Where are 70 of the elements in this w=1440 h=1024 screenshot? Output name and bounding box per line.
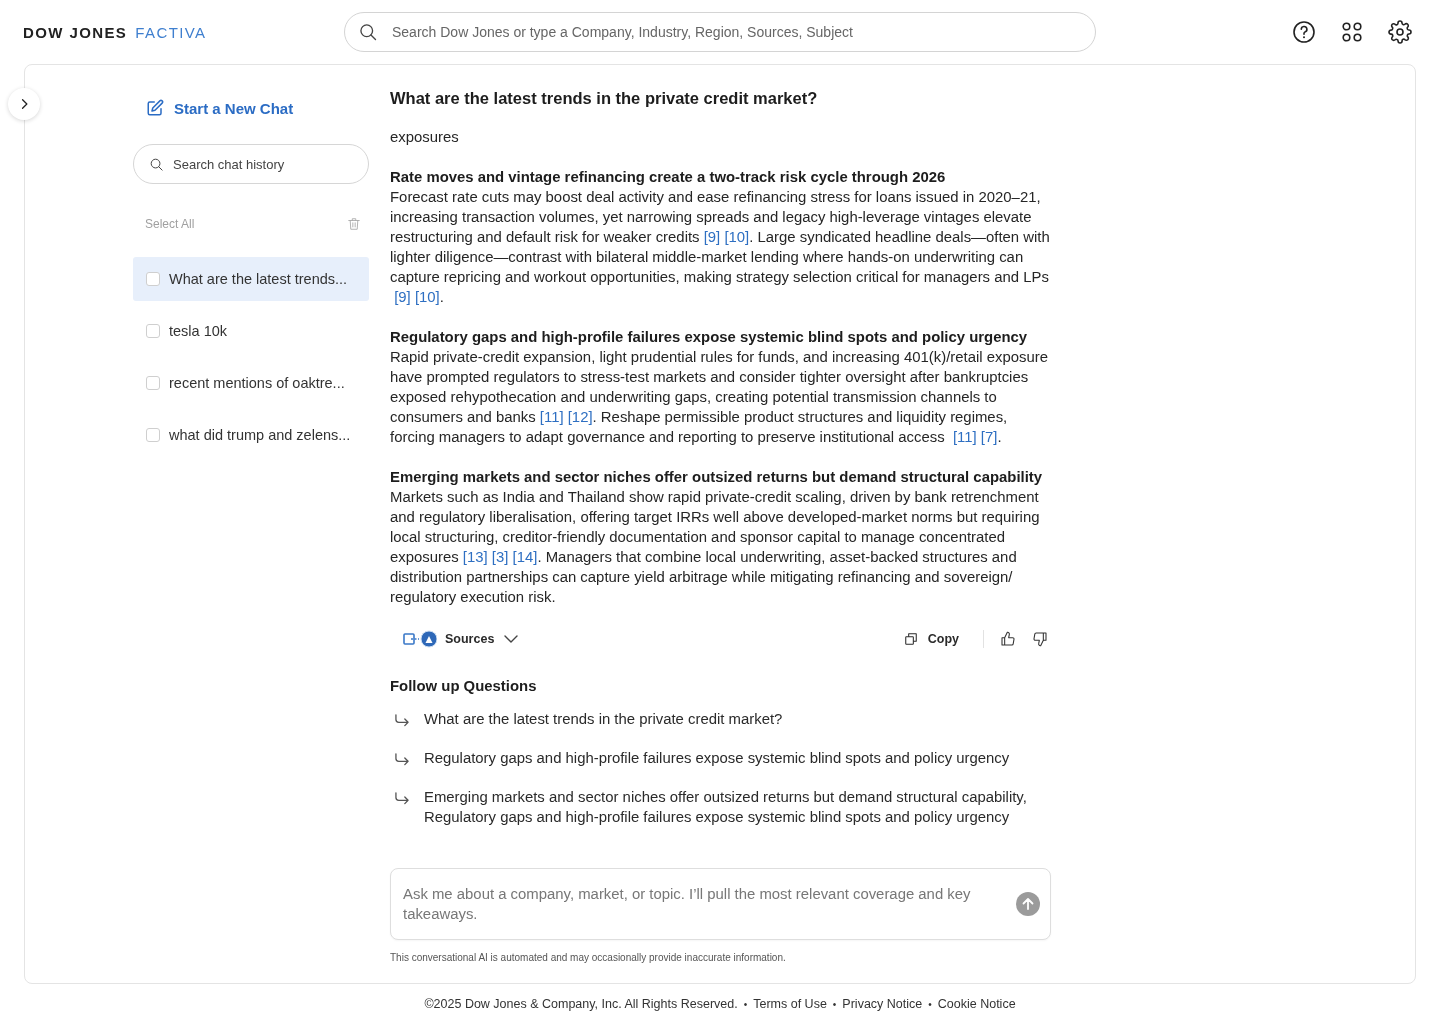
section-heading: Emerging markets and sector niches offer outsized returns but demand structural capability — [390, 468, 1044, 487]
pencil-square-icon — [146, 99, 164, 117]
citation-link[interactable]: [11] — [952, 429, 977, 445]
citation-link[interactable]: [14] — [512, 549, 538, 565]
dislike-button[interactable] — [1032, 631, 1048, 647]
answer-paragraph: Forecast rate cuts may boost deal activity and ease refinancing stress for loans issued in 2020–21, increasing transaction volumes, yet narrowing spreads and legacy high-leverage vintages elevate restructuring and default risk for weaker credits [9] [10]. Large syndicated headline deals—often with lighter diligence—contrast with bilateral middle-market lending where hands-on underwriting can capture repricing and workout opportunities, making strategy selection critical for managers and LPs [9] [10]. — [390, 188, 1051, 307]
chat-input-field[interactable]: Ask me about a company, market, or topic. I’ll pull the most relevant coverage and key takeaways. — [390, 868, 1051, 940]
answer-paragraph: Rapid private-credit expansion, light prudential rules for funds, and increasing 401(k)/retail exposure have prompted regulators to stress-test markets and consider tighter oversight after bankruptcies exposed rehypothecation and underwriting gaps, creating potential transmission channels to consumers and banks [11] [12]. Reshape permissible product structures and liquidity regimes, forcing managers to adapt governance and reporting to preserve institutional access [11] [7]. — [390, 348, 1050, 447]
brand-name: DOW JONES — [23, 23, 128, 41]
sources-button[interactable]: Sources — [403, 627, 519, 651]
citation-link[interactable]: [9] — [394, 289, 411, 305]
checkbox[interactable] — [146, 324, 160, 338]
chat-history-item[interactable]: what did trump and zelens... — [133, 413, 369, 457]
citation-link[interactable]: [13] — [462, 549, 488, 565]
search-field[interactable]: Search Dow Jones or type a Company, Industry, Region, Sources, Subject — [344, 12, 1096, 52]
section-heading: Regulatory gaps and high-profile failures expose systemic blind spots and policy urgency — [390, 328, 1029, 347]
search-icon — [358, 22, 378, 42]
citation-link[interactable]: [9] — [703, 229, 721, 245]
footer-separator: • — [743, 998, 748, 1010]
footer-link[interactable]: Terms of Use — [753, 997, 827, 1011]
thumbs-down-icon — [1032, 631, 1048, 647]
chat-search-field[interactable]: Search chat history — [133, 144, 369, 184]
follow-up-question[interactable]: Regulatory gaps and high-profile failures expose systemic blind spots and policy urgency — [390, 748, 1010, 768]
citation-link[interactable]: [10] — [414, 289, 440, 305]
chevron-down-icon — [504, 635, 519, 643]
apps-button[interactable] — [1340, 20, 1364, 44]
expand-sidebar-button[interactable] — [8, 88, 40, 120]
return-arrow-icon — [394, 791, 410, 805]
citation-link[interactable]: [12] — [567, 409, 593, 425]
footer-link[interactable]: Cookie Notice — [937, 997, 1016, 1011]
chat-history-item[interactable]: What are the latest trends... — [133, 257, 369, 301]
settings-icon — [1388, 20, 1412, 44]
new-chat-button[interactable]: Start a New Chat — [133, 88, 298, 128]
answer-text: exposures — [390, 128, 460, 147]
like-button[interactable] — [1000, 631, 1016, 647]
section-heading: Rate moves and vintage refinancing create a two-track risk cycle through 2026 — [390, 168, 947, 187]
citation-link[interactable]: [3] — [491, 549, 509, 565]
answer-paragraph: Markets such as India and Thailand show rapid private-credit scaling, driven by bank retrenchment and regulatory liberalisation, offering target IRRs well above developed-market norms but requiring local structuring, creditor-friendly documentation and sponsor capital to manage concentrated exposures [13] [3] [14]. Managers that combine local underwriting, asset-backed structures and distribution partnerships can capture yield arbitrage while mitigating refinancing and sovereign/ regulatory execution risk. — [390, 488, 1041, 607]
arrow-up-icon — [1021, 897, 1035, 911]
footer-link[interactable]: Privacy Notice — [842, 997, 923, 1011]
copy-icon — [903, 632, 918, 646]
footer-separator: • — [832, 998, 837, 1010]
trash-icon — [347, 217, 361, 231]
citation-link[interactable]: [11] — [539, 409, 564, 425]
footer-separator: • — [928, 998, 932, 1010]
help-icon — [1292, 20, 1316, 44]
citation-link[interactable]: [7] — [980, 429, 998, 445]
settings-button[interactable] — [1388, 20, 1412, 44]
citation-link[interactable]: [10] — [724, 229, 750, 245]
checkbox[interactable] — [146, 272, 160, 286]
follow-up-title: Follow up Questions — [390, 677, 538, 696]
checkbox[interactable] — [146, 376, 160, 390]
search-icon — [149, 156, 164, 172]
follow-up-question[interactable]: Emerging markets and sector niches offer outsized returns but demand structural capability, Regulatory gaps and high-profile failures expose systemic blind spots and policy urgency — [390, 787, 1052, 827]
question-title: What are the latest trends in the private credit market? — [390, 88, 819, 108]
thumbs-up-icon — [1000, 631, 1016, 647]
source-logos-icon — [403, 630, 437, 648]
help-button[interactable] — [1292, 20, 1316, 44]
disclaimer-text: This conversational AI is automated and may occasionally provide inaccurate information. — [390, 952, 787, 964]
chat-history-item[interactable]: recent mentions of oaktre... — [133, 361, 369, 405]
follow-up-question[interactable]: What are the latest trends in the private credit market? — [390, 709, 783, 729]
return-arrow-icon — [394, 752, 410, 766]
grid-icon — [1340, 20, 1364, 44]
return-arrow-icon — [394, 713, 410, 727]
checkbox[interactable] — [146, 428, 160, 442]
copyright-text: ©2025 Dow Jones & Company, Inc. All Rights Reserved. — [424, 997, 738, 1011]
product-name: FACTIVA — [135, 23, 207, 41]
chevron-right-icon — [19, 97, 29, 111]
chat-history-item[interactable]: tesla 10k — [133, 309, 369, 353]
copy-button[interactable]: Copy — [903, 627, 959, 651]
